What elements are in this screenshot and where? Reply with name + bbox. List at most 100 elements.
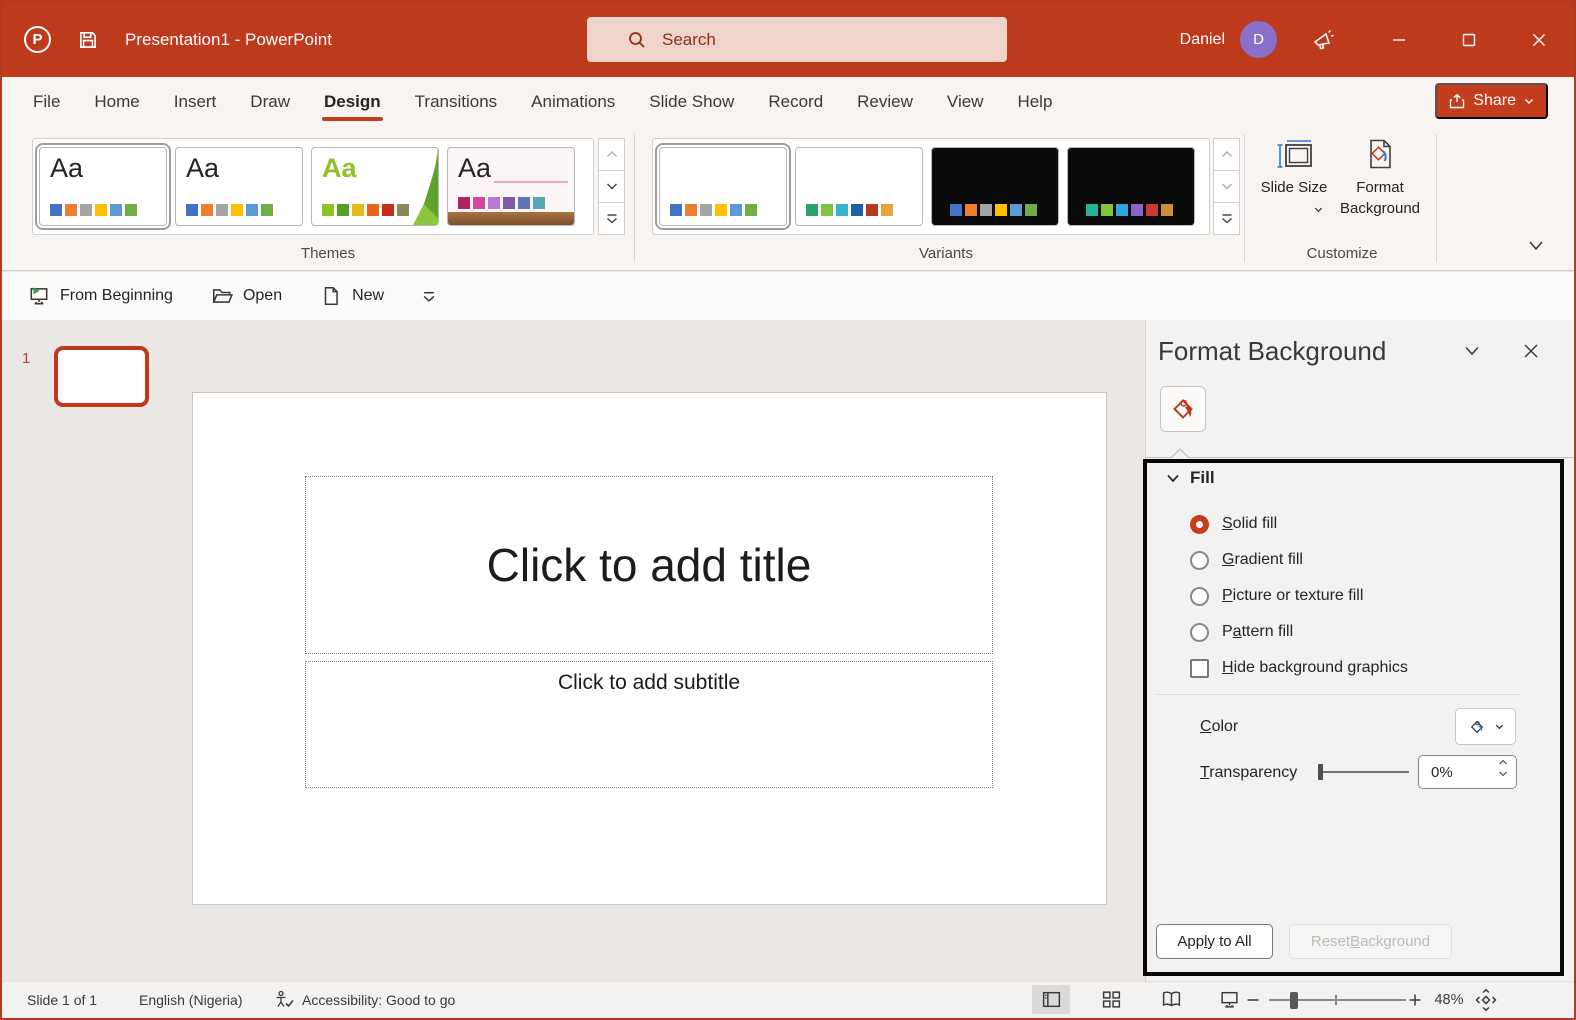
open-button[interactable]: Open — [211, 285, 282, 307]
radio-icon — [1190, 623, 1209, 642]
zoom-slider-center-tick — [1335, 995, 1337, 1005]
tab-help[interactable]: Help — [1000, 77, 1069, 126]
slide-size-label: Slide Size — [1254, 177, 1334, 198]
variant-color-swatches — [806, 204, 893, 216]
radio-label: Picture or texture fill — [1222, 587, 1363, 605]
variant-thumbnail-1[interactable] — [659, 147, 787, 226]
slide-size-icon — [1275, 137, 1313, 171]
save-icon[interactable] — [77, 29, 99, 51]
close-button[interactable] — [1504, 2, 1574, 77]
quickbar-overflow-button[interactable] — [422, 290, 436, 303]
powerpoint-logo-icon[interactable]: P — [24, 26, 51, 53]
ribbon-group-separator — [1436, 134, 1437, 262]
tab-record[interactable]: Record — [751, 77, 840, 126]
radio-pattern-fill[interactable]: Pattern fill — [1190, 620, 1293, 644]
transparency-value-field[interactable]: 0% — [1418, 755, 1517, 789]
new-button[interactable]: New — [320, 285, 384, 307]
title-bar: P Presentation1 - PowerPoint Daniel D — [2, 2, 1574, 77]
slide-counter[interactable]: Slide 1 of 1 — [27, 982, 97, 1018]
accessibility-status[interactable]: Accessibility: Good to go — [302, 982, 455, 1018]
theme-aa-sample: Aa — [458, 153, 491, 184]
themes-gallery-scroll — [598, 138, 625, 235]
checkbox-label: Hide background graphics — [1222, 659, 1408, 677]
checkbox-hide-background-graphics[interactable]: Hide background graphics — [1190, 656, 1408, 680]
variants-scroll-up-button[interactable] — [1213, 138, 1240, 171]
transparency-label: Transparency — [1200, 764, 1297, 782]
tab-draw[interactable]: Draw — [233, 77, 307, 126]
from-beginning-icon — [28, 285, 50, 307]
tab-slide-show[interactable]: Slide Show — [632, 77, 751, 126]
fill-section-header[interactable]: Fill — [1166, 468, 1215, 488]
slide-show-view-button[interactable] — [1210, 985, 1248, 1014]
tab-design[interactable]: Design — [307, 77, 398, 126]
themes-scroll-up-button[interactable] — [598, 138, 625, 171]
search-input[interactable] — [662, 30, 962, 50]
slide-1-thumbnail[interactable] — [54, 346, 149, 407]
radio-icon — [1190, 551, 1209, 570]
apply-to-all-button[interactable]: Apply to All — [1156, 924, 1273, 959]
pane-close-icon[interactable] — [1522, 342, 1540, 360]
themes-gallery: Aa Aa Aa Aa — [32, 138, 594, 235]
transparency-slider-handle[interactable] — [1318, 764, 1323, 780]
collapse-ribbon-chevron-icon[interactable] — [1524, 238, 1548, 254]
user-name[interactable]: Daniel — [1180, 31, 1225, 49]
subtitle-placeholder[interactable]: Click to add subtitle — [305, 661, 993, 788]
share-chevron-icon — [1523, 95, 1535, 107]
variant-color-swatches — [950, 204, 1037, 216]
theme-thumbnail-office-2[interactable]: Aa — [175, 147, 303, 226]
fit-slide-to-window-button[interactable] — [1474, 982, 1498, 1018]
format-background-button[interactable]: Format Background — [1334, 137, 1426, 219]
format-background-label: Format Background — [1334, 177, 1426, 219]
tab-home[interactable]: Home — [77, 77, 156, 126]
title-placeholder[interactable]: Click to add title — [305, 476, 993, 654]
search-box[interactable] — [587, 17, 1007, 62]
transparency-slider-track[interactable] — [1322, 771, 1409, 773]
tab-file[interactable]: File — [16, 77, 77, 126]
zoom-in-button[interactable] — [1407, 982, 1423, 1018]
variant-thumbnail-2[interactable] — [795, 147, 923, 226]
reset-background-button[interactable]: Reset Background — [1289, 924, 1452, 959]
minimize-button[interactable] — [1364, 2, 1434, 77]
tab-transitions[interactable]: Transitions — [398, 77, 515, 126]
tab-view[interactable]: View — [930, 77, 1001, 126]
theme-thumbnail-gallery[interactable]: Aa — [447, 147, 575, 226]
variants-scroll-down-button[interactable] — [1213, 170, 1240, 203]
radio-gradient-fill[interactable]: Gradient fill — [1190, 548, 1303, 572]
maximize-button[interactable] — [1434, 2, 1504, 77]
language-indicator[interactable]: English (Nigeria) — [139, 982, 242, 1018]
zoom-slider-handle[interactable] — [1290, 992, 1298, 1009]
radio-solid-fill[interactable]: Solid fill — [1190, 512, 1277, 536]
slide-size-button[interactable]: Slide Size — [1254, 137, 1334, 198]
variants-gallery-more-button[interactable] — [1213, 202, 1240, 235]
variant-thumbnail-3[interactable] — [931, 147, 1059, 226]
variant-thumbnail-4[interactable] — [1067, 147, 1195, 226]
reading-view-button[interactable] — [1152, 985, 1190, 1014]
normal-view-button[interactable] — [1032, 985, 1070, 1014]
pane-options-chevron-icon[interactable] — [1462, 344, 1482, 358]
tab-animations[interactable]: Animations — [514, 77, 632, 126]
share-icon — [1448, 92, 1466, 110]
transparency-spinner[interactable] — [1498, 759, 1508, 777]
zoom-out-button[interactable] — [1245, 982, 1261, 1018]
radio-label: Gradient fill — [1222, 551, 1303, 569]
slide-canvas[interactable]: Click to add title Click to add subtitle — [192, 392, 1107, 905]
tab-insert[interactable]: Insert — [157, 77, 234, 126]
status-bar: Slide 1 of 1 English (Nigeria) Accessibi… — [2, 981, 1574, 1018]
theme-thumbnail-office[interactable]: Aa — [39, 147, 167, 226]
avatar[interactable]: D — [1240, 21, 1277, 58]
from-beginning-button[interactable]: From Beginning — [28, 285, 173, 307]
theme-thumbnail-facet[interactable]: Aa — [311, 147, 439, 226]
themes-gallery-more-button[interactable] — [598, 202, 625, 235]
zoom-level[interactable]: 48% — [1427, 982, 1471, 1018]
open-label: Open — [243, 287, 282, 305]
document-title: Presentation1 - PowerPoint — [125, 30, 332, 50]
fill-bucket-tab-button[interactable] — [1160, 386, 1206, 432]
tab-review[interactable]: Review — [840, 77, 930, 126]
pane-title: Format Background — [1158, 336, 1386, 367]
slide-sorter-view-button[interactable] — [1092, 985, 1130, 1014]
color-dropdown-button[interactable] — [1455, 708, 1516, 745]
themes-scroll-down-button[interactable] — [598, 170, 625, 203]
share-button[interactable]: Share — [1435, 83, 1548, 119]
coming-soon-megaphone-icon[interactable] — [1309, 26, 1336, 53]
radio-picture-or-texture-fill[interactable]: Picture or texture fill — [1190, 584, 1363, 608]
